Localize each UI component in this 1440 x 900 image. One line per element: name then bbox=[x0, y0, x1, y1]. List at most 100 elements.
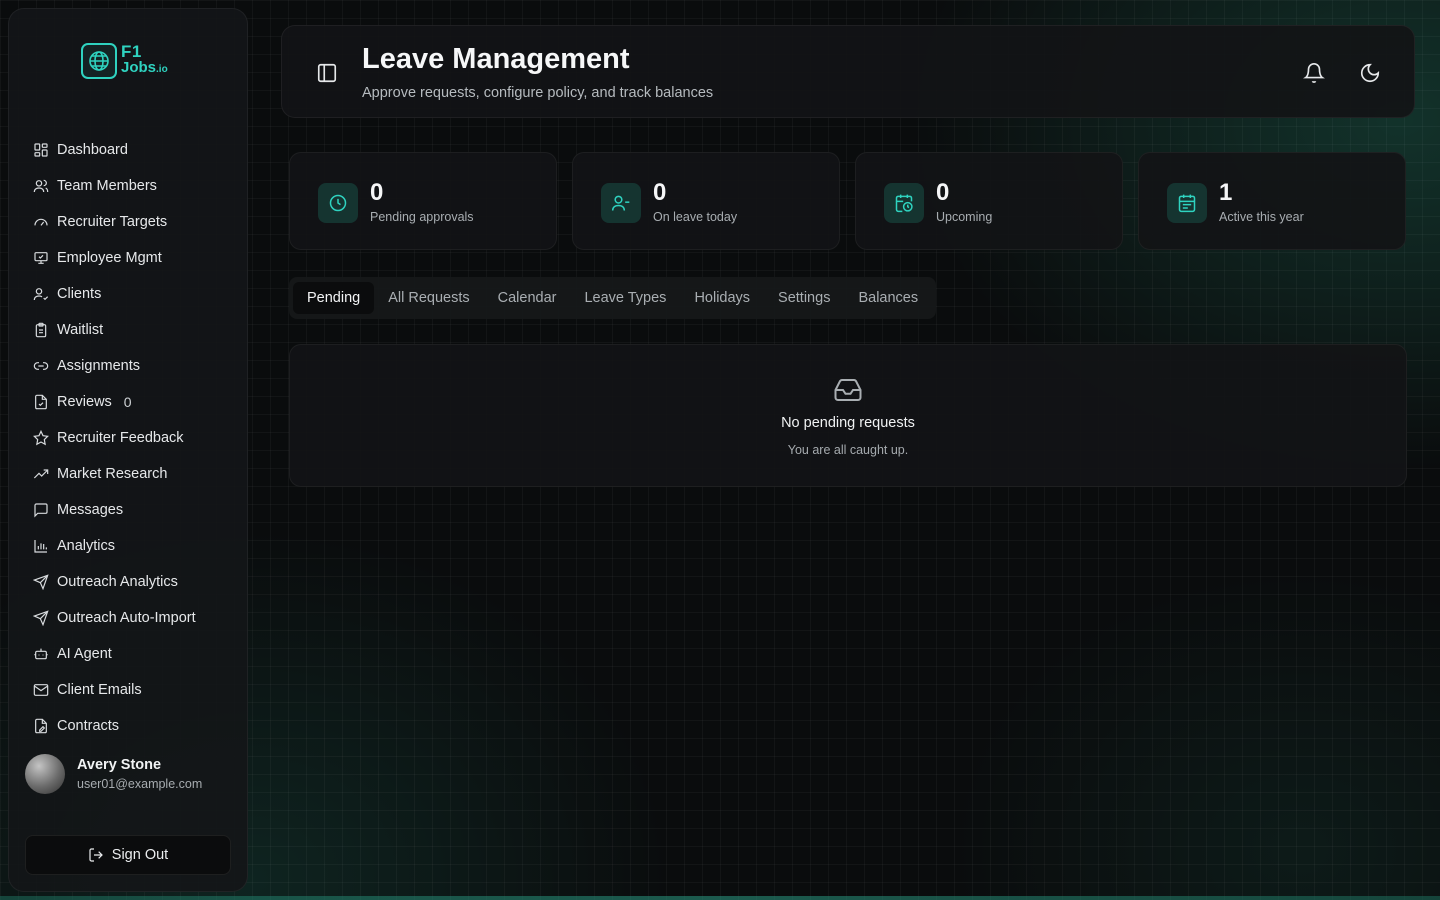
empty-state-title: No pending requests bbox=[781, 415, 915, 431]
brand-suffix: .io bbox=[156, 64, 168, 75]
sidebar-item-label: Assignments bbox=[57, 358, 141, 374]
sidebar-item-label: Reviews bbox=[57, 394, 112, 410]
gauge-icon bbox=[34, 218, 48, 226]
file-check-icon bbox=[35, 394, 47, 410]
sidebar-nav: Dashboard Team Members Recruiter Targets… bbox=[25, 132, 237, 744]
sidebar-item-client-emails[interactable]: Client Emails bbox=[25, 672, 237, 708]
tab-settings[interactable]: Settings bbox=[764, 282, 844, 314]
user-name: Avery Stone bbox=[77, 757, 162, 773]
moon-icon[interactable] bbox=[1359, 62, 1381, 84]
sidebar-item-waitlist[interactable]: Waitlist bbox=[25, 312, 237, 348]
sidebar-item-label: Outreach Analytics bbox=[57, 574, 178, 590]
stat-card-on-leave-today: 0 On leave today bbox=[572, 152, 840, 250]
mail-icon bbox=[33, 684, 49, 696]
clock-icon bbox=[329, 194, 347, 212]
stat-label: Pending approvals bbox=[370, 210, 474, 224]
sign-out-label: Sign Out bbox=[111, 847, 169, 863]
user-check-icon bbox=[33, 288, 49, 301]
sidebar-item-recruiter-feedback[interactable]: Recruiter Feedback bbox=[25, 420, 237, 456]
clipboard-icon bbox=[35, 322, 47, 338]
tab-pending[interactable]: Pending bbox=[293, 282, 375, 314]
sidebar-item-label: Recruiter Targets bbox=[57, 214, 168, 230]
sidebar-item-employee-mgmt[interactable]: Employee Mgmt bbox=[25, 240, 237, 276]
tab-holidays[interactable]: Holidays bbox=[680, 282, 764, 314]
stat-label: On leave today bbox=[653, 210, 738, 224]
sidebar-item-market-research[interactable]: Market Research bbox=[25, 456, 237, 492]
sidebar-item-assignments[interactable]: Assignments bbox=[25, 348, 237, 384]
brand-logo[interactable]: F1 Jobs.io bbox=[81, 43, 181, 79]
stat-value: 0 bbox=[370, 179, 384, 206]
page-header: Leave Management Approve requests, confi… bbox=[281, 25, 1415, 118]
sidebar-item-label: Client Emails bbox=[57, 682, 142, 698]
inbox-icon bbox=[834, 379, 862, 401]
stat-label: Upcoming bbox=[936, 210, 993, 224]
sidebar-item-ai-agent[interactable]: AI Agent bbox=[25, 636, 237, 672]
brand-line2: Jobs bbox=[121, 59, 157, 76]
link-icon bbox=[33, 362, 49, 370]
bot-icon bbox=[34, 648, 48, 660]
trending-up-icon bbox=[33, 469, 49, 479]
stat-card-upcoming: 0 Upcoming bbox=[855, 152, 1123, 250]
tab-calendar[interactable]: Calendar bbox=[484, 282, 571, 314]
user-profile[interactable]: Avery Stone user01@example.com bbox=[25, 754, 202, 794]
sidebar-item-clients[interactable]: Clients bbox=[25, 276, 237, 312]
user-email: user01@example.com bbox=[77, 777, 203, 791]
sidebar-item-messages[interactable]: Messages bbox=[25, 492, 237, 528]
sidebar-item-recruiter-targets[interactable]: Recruiter Targets bbox=[25, 204, 237, 240]
calendar-clock-icon bbox=[895, 194, 913, 213]
stats-row: 0 Pending approvals 0 On leave today 0 U… bbox=[289, 152, 1407, 250]
bar-chart-icon bbox=[34, 540, 47, 553]
stat-card-pending-approvals: 0 Pending approvals bbox=[289, 152, 557, 250]
globe-icon bbox=[81, 43, 117, 79]
avatar bbox=[25, 754, 65, 794]
stat-label: Active this year bbox=[1219, 210, 1304, 224]
sidebar-item-label: Waitlist bbox=[57, 322, 104, 338]
sidebar-item-outreach-analytics[interactable]: Outreach Analytics bbox=[25, 564, 237, 600]
users-icon bbox=[33, 179, 49, 193]
stat-card-active-this-year: 1 Active this year bbox=[1138, 152, 1406, 250]
sidebar-item-team-members[interactable]: Team Members bbox=[25, 168, 237, 204]
star-icon bbox=[33, 430, 49, 446]
sidebar-item-label: Messages bbox=[57, 502, 124, 518]
sidebar-item-label: Analytics bbox=[57, 538, 116, 554]
leave-tabs: Pending All Requests Calendar Leave Type… bbox=[289, 277, 937, 319]
brand-line1: F1 bbox=[121, 42, 142, 61]
calendar-icon bbox=[1178, 194, 1196, 213]
sidebar-item-contracts[interactable]: Contracts bbox=[25, 708, 237, 744]
send-icon bbox=[33, 610, 49, 626]
sign-out-button[interactable]: Sign Out bbox=[25, 835, 231, 875]
tab-leave-types[interactable]: Leave Types bbox=[570, 282, 680, 314]
empty-state-subtitle: You are all caught up. bbox=[787, 443, 909, 457]
page-subtitle: Approve requests, configure policy, and … bbox=[362, 85, 714, 101]
sidebar-item-label: Employee Mgmt bbox=[57, 250, 162, 266]
log-out-icon bbox=[89, 848, 103, 862]
sidebar-toggle-icon[interactable] bbox=[316, 62, 338, 84]
page-title: Leave Management bbox=[362, 43, 630, 75]
sidebar: F1 Jobs.io Dashboard Team Members Recrui… bbox=[8, 8, 248, 892]
sidebar-item-label: Team Members bbox=[57, 178, 157, 194]
dashboard-icon bbox=[34, 143, 48, 157]
stat-value: 1 bbox=[1219, 179, 1233, 206]
sidebar-item-dashboard[interactable]: Dashboard bbox=[25, 132, 237, 168]
sidebar-item-analytics[interactable]: Analytics bbox=[25, 528, 237, 564]
sidebar-item-label: Clients bbox=[57, 286, 102, 302]
monitor-icon bbox=[34, 252, 48, 264]
sidebar-item-label: Dashboard bbox=[57, 142, 128, 158]
sidebar-item-label: Market Research bbox=[57, 466, 168, 482]
send-icon bbox=[33, 574, 49, 590]
bell-icon[interactable] bbox=[1303, 62, 1325, 84]
user-minus-icon bbox=[611, 195, 630, 211]
sidebar-item-outreach-auto-import[interactable]: Outreach Auto-Import bbox=[25, 600, 237, 636]
sidebar-item-label: Outreach Auto-Import bbox=[57, 610, 196, 626]
stat-value: 0 bbox=[936, 179, 950, 206]
sidebar-item-label: AI Agent bbox=[57, 646, 112, 662]
file-edit-icon bbox=[35, 718, 47, 734]
sidebar-item-label: Recruiter Feedback bbox=[57, 430, 184, 446]
stat-value: 0 bbox=[653, 179, 667, 206]
sidebar-item-reviews[interactable]: Reviews 0 bbox=[25, 384, 237, 420]
tab-all-requests[interactable]: All Requests bbox=[374, 282, 483, 314]
tab-balances[interactable]: Balances bbox=[844, 282, 932, 314]
pending-requests-panel: No pending requests You are all caught u… bbox=[289, 344, 1407, 487]
reviews-count-badge: 0 bbox=[123, 394, 132, 410]
sidebar-item-label: Contracts bbox=[57, 718, 120, 734]
